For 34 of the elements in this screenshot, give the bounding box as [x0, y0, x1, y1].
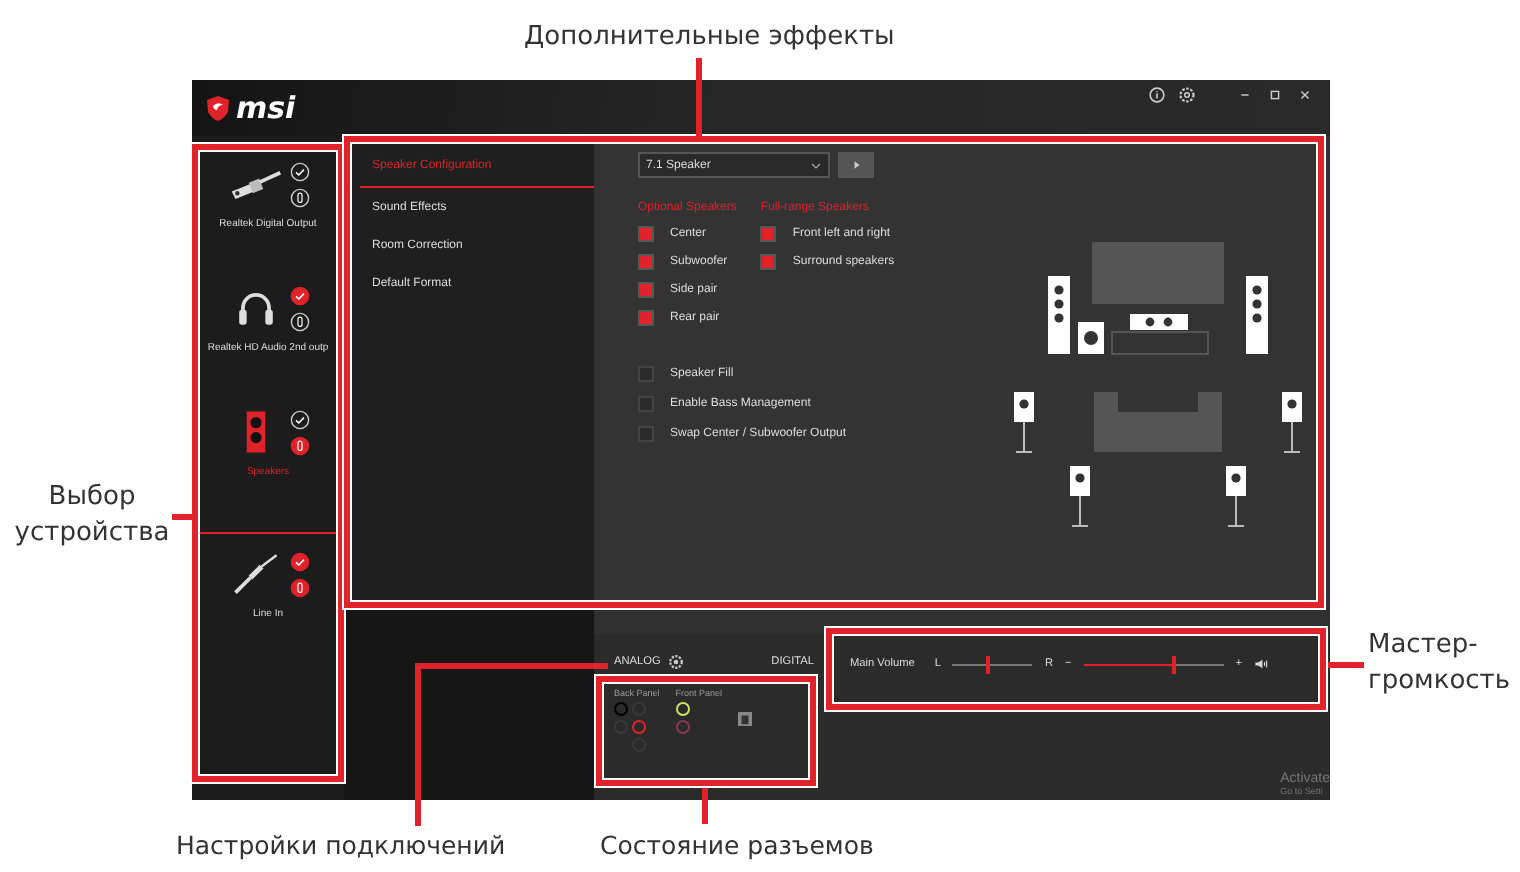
callout-label: Дополнительные эффекты: [524, 20, 895, 56]
callout-label: Выбор устройства: [12, 480, 172, 551]
settings-icon[interactable]: [1178, 85, 1196, 103]
close-icon[interactable]: [1296, 85, 1314, 103]
settings-icon[interactable]: [668, 654, 685, 670]
callout-label: Мастер-громкость: [1368, 628, 1513, 699]
callout-label: Настройки подключений: [176, 830, 506, 864]
checkbox[interactable]: [638, 310, 654, 326]
checkbox[interactable]: [638, 282, 654, 298]
leader-line: [702, 788, 708, 824]
check-circle-icon[interactable]: [289, 551, 309, 571]
checkbox[interactable]: [638, 396, 654, 412]
phone-circle-icon[interactable]: [289, 435, 309, 455]
check-circle-icon[interactable]: [289, 285, 309, 305]
phone-circle-icon[interactable]: [289, 577, 309, 597]
checkbox[interactable]: [760, 254, 777, 270]
checkbox[interactable]: [638, 254, 654, 270]
slider-thumb[interactable]: [1172, 655, 1177, 673]
leader-line: [1328, 662, 1364, 668]
dragon-shield-icon: [204, 94, 232, 122]
digital-port-icon: [738, 712, 753, 726]
checkbox[interactable]: [760, 226, 777, 242]
chevron-down-icon: [810, 161, 822, 169]
speaker-volume-icon[interactable]: [1254, 658, 1269, 670]
play-icon: [851, 160, 861, 170]
maximize-icon[interactable]: [1266, 85, 1284, 103]
callout-label: Состояние разъемов: [600, 830, 874, 864]
checkbox[interactable]: [638, 366, 654, 382]
logo-text: msi: [236, 90, 296, 126]
slider-thumb[interactable]: [986, 655, 991, 673]
info-icon[interactable]: [1148, 85, 1166, 103]
leader-line: [696, 58, 702, 136]
checkbox[interactable]: [638, 426, 654, 442]
checkbox[interactable]: [638, 226, 654, 242]
